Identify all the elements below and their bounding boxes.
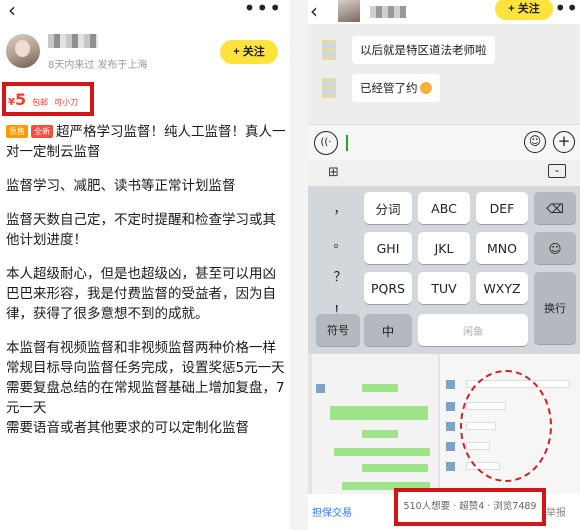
seller-meta: 8天内来过 发布于上海 [48, 60, 148, 71]
keyboard-toolbar: ⊞ ⌄ [308, 160, 580, 186]
key-enter[interactable]: 换行 [534, 272, 576, 344]
voice-icon[interactable]: ((· [314, 131, 338, 155]
chat-message [362, 464, 428, 472]
chat-bubble: 以后就是特区道法老师啦 [352, 36, 495, 64]
avatar [446, 462, 455, 471]
avatar [446, 402, 455, 411]
price: ¥5 [8, 90, 26, 109]
description-paragraph: 本人超级耐心，但是也超级凶，甚至可以用凶巴巴来形容，我是付费监督的受益者，因为自… [6, 266, 276, 322]
chat-avatar-pixelated [322, 78, 336, 98]
key-space[interactable]: 闲鱼 [418, 314, 528, 346]
key-question[interactable]: ？ [324, 260, 356, 290]
wechat-screenshot [308, 354, 580, 494]
chat-message [330, 406, 428, 420]
follow-button[interactable]: + 关注 [495, 0, 553, 20]
keyboard: ， 。 ？ ！ 分词 ABC DEF ⌫ GHI JKL MNO ☺ PQRS … [308, 186, 580, 354]
listing-panel: ‹ ••• 8天内来过 发布于上海 + 关注 ¥5 包邮 可小刀 急售 全新 超严格… [0, 0, 290, 530]
key-fenci[interactable]: 分词 [364, 192, 412, 224]
avatar [446, 422, 455, 431]
backspace-icon[interactable]: ⌫ [534, 192, 576, 224]
follow-button[interactable]: + 关注 [220, 40, 278, 64]
chat-message [362, 430, 398, 438]
grid-icon[interactable]: ⊞ [328, 165, 339, 180]
report-link[interactable]: 举报 [546, 504, 566, 519]
avatar [316, 384, 325, 393]
key-jkl[interactable]: JKL [418, 232, 470, 264]
listing-stats: 510人想要 · 超赞4 · 浏览7489 [403, 501, 537, 512]
smiley-icon[interactable]: ☺ [524, 131, 546, 153]
chat-column [312, 354, 438, 494]
key-wxyz[interactable]: WXYZ [476, 272, 528, 304]
key-period[interactable]: 。 [324, 226, 356, 256]
listing-nav: ‹ ••• [0, 0, 290, 22]
seller-avatar-small[interactable] [338, 0, 360, 22]
image-panel: ‹ ••• 以后就是特区道法老师啦 已经管了约 ((· ☺ + ⊞ ⌄ ， 。 … [308, 0, 580, 530]
plus-icon[interactable]: + [553, 131, 575, 153]
key-chinese[interactable]: 中 [364, 314, 412, 346]
badge-urgent: 急售 [6, 125, 28, 138]
key-pqrs[interactable]: PQRS [364, 272, 412, 304]
chat-message [334, 448, 430, 456]
chat-bubble-text: 以后就是特区道法老师啦 [360, 43, 487, 57]
seller-name-blurred [370, 6, 406, 18]
highlight-ellipse [460, 370, 552, 482]
key-comma[interactable]: ， [324, 192, 356, 222]
key-def[interactable]: DEF [476, 192, 528, 224]
description-paragraph: 监督学习、减肥、读书等正常计划监督 [6, 178, 236, 194]
key-tuv[interactable]: TUV [418, 272, 470, 304]
key-symbols[interactable]: 符号 [316, 314, 360, 346]
key-ghi[interactable]: GHI [364, 232, 412, 264]
chat-bubble-text: 已经管了约 [360, 81, 418, 95]
description-paragraph: 监督天数自己定，不定时提醒和检查学习或其他计划进度！ [6, 212, 276, 248]
description-paragraph: 急售 全新 超严格学习监督！纯人工监督！真人一对一定制云监督 [6, 122, 286, 162]
chat-bubble: 已经管了约 [352, 74, 440, 102]
avatar [446, 380, 455, 389]
seller-name-blurred[interactable] [48, 34, 98, 48]
tag-bargain: 可小刀 [54, 98, 79, 107]
guarantee-label[interactable]: 担保交易 [312, 504, 352, 519]
price-symbol: ¥ [8, 97, 15, 108]
description-paragraph: 本监督有视频监督和非视频监督两种价格一样 常规目标导向监督任务完成，设置奖惩5元… [6, 340, 285, 436]
hide-keyboard-icon[interactable]: ⌄ [548, 164, 566, 178]
chat-screenshot: 以后就是特区道法老师啦 已经管了约 [308, 24, 580, 124]
text-cursor[interactable] [346, 135, 348, 151]
stats-highlight: 510人想要 · 超赞4 · 浏览7489 [394, 488, 546, 526]
emoji-key-icon[interactable]: ☺ [534, 232, 576, 264]
key-abc[interactable]: ABC [418, 192, 470, 224]
back-icon[interactable]: ‹ [8, 0, 16, 22]
price-highlight: ¥5 包邮 可小刀 [2, 82, 94, 116]
more-icon[interactable]: ••• [244, 0, 282, 20]
badge-new: 全新 [31, 125, 53, 138]
listing-bottom-bar: 担保交易 510人想要 · 超赞4 · 浏览7489 举报 [308, 488, 580, 530]
seller-avatar[interactable] [6, 34, 40, 68]
chat-avatar-pixelated [322, 40, 336, 60]
avatar [446, 442, 455, 451]
listing-description: 急售 全新 超严格学习监督！纯人工监督！真人一对一定制云监督 监督学习、减肥、读书等… [6, 122, 286, 452]
key-mno[interactable]: MNO [476, 232, 528, 264]
back-icon[interactable]: ‹ [310, 0, 318, 23]
price-amount: 5 [14, 90, 27, 109]
emoji-icon [419, 82, 432, 94]
chat-message [362, 384, 398, 392]
chat-input-row: ((· ☺ + [308, 124, 580, 160]
tag-free-shipping: 包邮 [32, 98, 49, 107]
